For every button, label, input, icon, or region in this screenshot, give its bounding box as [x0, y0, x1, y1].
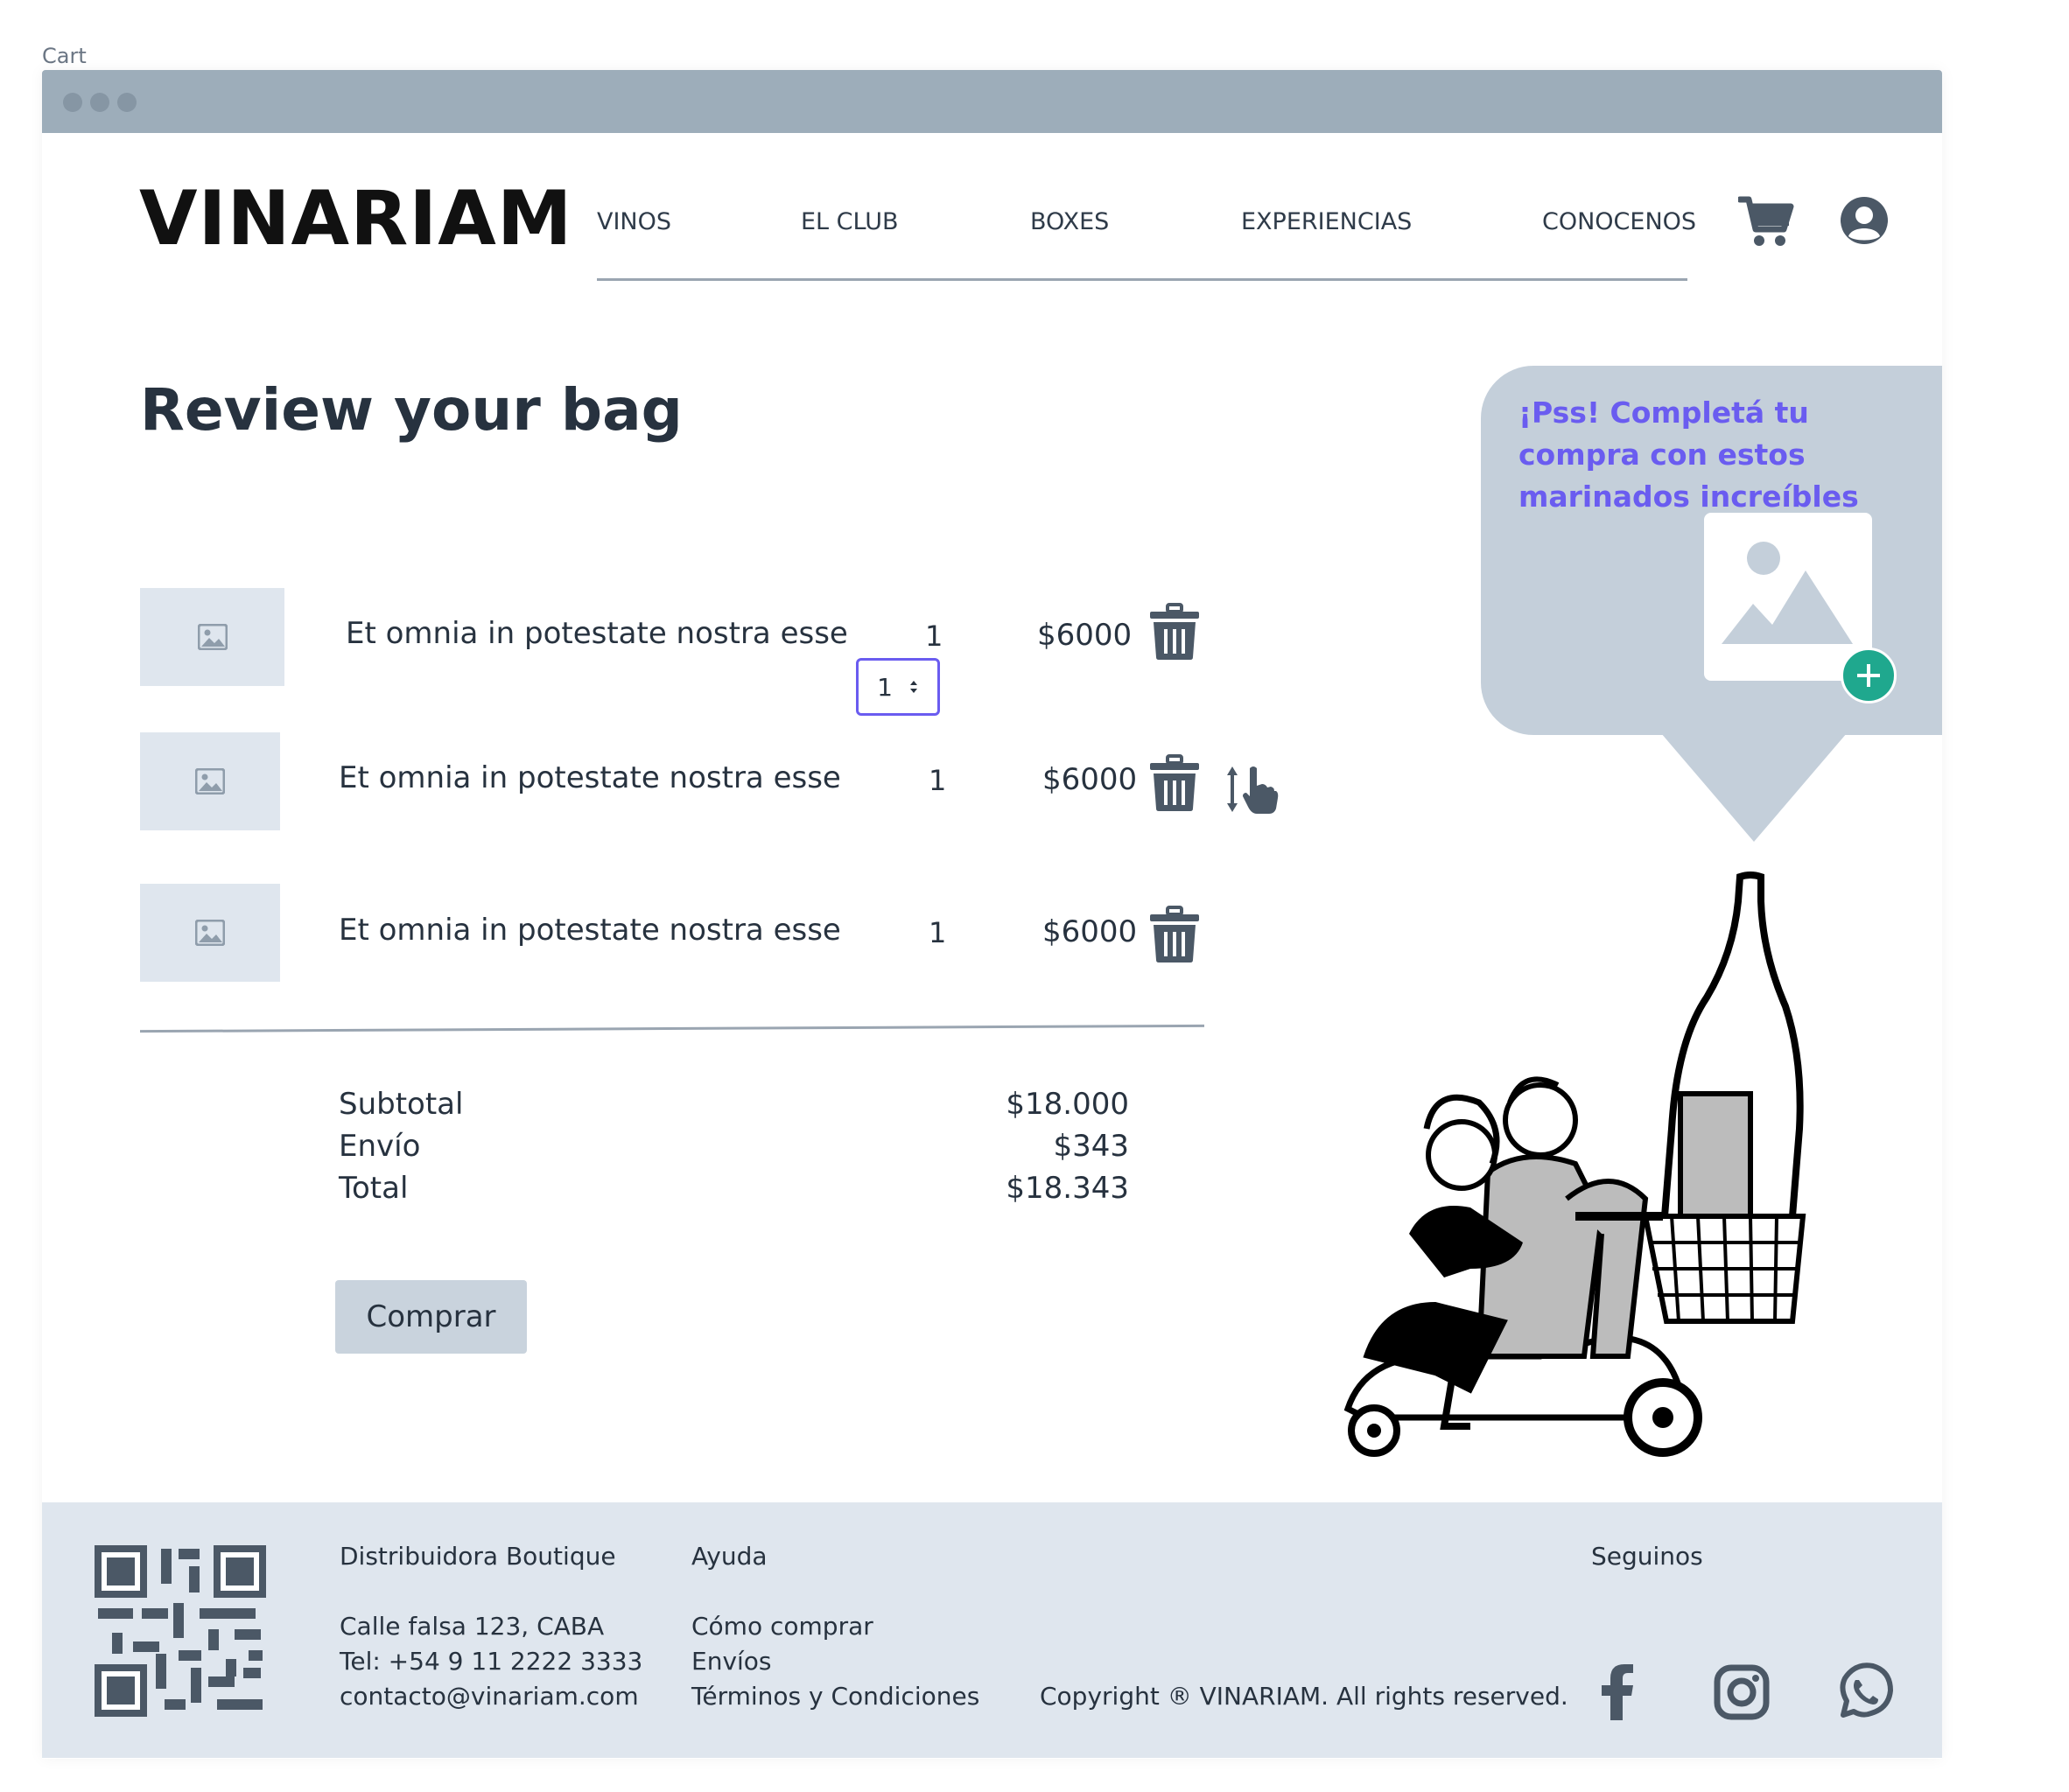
footer-help-title: Ayuda [691, 1542, 768, 1571]
image-icon [195, 920, 225, 946]
qr-code[interactable] [95, 1545, 266, 1720]
footer-copyright: Copyright ® VINARIAM. All rights reserve… [1040, 1682, 1568, 1711]
product-name: Et omnia in potestate nostra esse [346, 616, 848, 651]
nav-conocenos[interactable]: CONOCENOS [1542, 208, 1696, 235]
shipping-label: Envío [339, 1129, 421, 1164]
scooter-bottle-illustration [1313, 866, 1820, 1461]
add-to-cart-button[interactable] [1841, 648, 1897, 704]
footer-address: Calle falsa 123, CABA [340, 1612, 605, 1641]
page-title: Review your bag [140, 376, 683, 444]
product-price: $6000 [1042, 914, 1138, 949]
cart-icon[interactable] [1736, 194, 1794, 252]
nav-underline [597, 278, 1687, 281]
product-price: $6000 [1042, 762, 1138, 797]
promo-panel-tail [1661, 733, 1847, 842]
whatsapp-icon[interactable] [1836, 1662, 1894, 1724]
image-icon [195, 768, 225, 794]
footer-email[interactable]: contacto@vinariam.com [340, 1682, 639, 1711]
user-icon[interactable] [1838, 194, 1890, 250]
promo-text: ¡Pss! Completá tu compra con estos marin… [1518, 396, 1859, 514]
product-price: $6000 [1037, 618, 1133, 653]
window-dot-maximize[interactable] [117, 93, 137, 112]
product-qty: 1 [929, 764, 947, 797]
nav-vinos[interactable]: VINOS [597, 208, 671, 235]
instagram-icon[interactable] [1714, 1664, 1770, 1724]
footer-phone[interactable]: Tel: +54 9 11 2222 3333 [340, 1647, 642, 1676]
buy-button[interactable]: Comprar [335, 1280, 527, 1354]
product-thumbnail [140, 732, 280, 830]
nav-el-club[interactable]: EL CLUB [801, 208, 899, 235]
total-label: Total [339, 1171, 409, 1206]
product-name: Et omnia in potestate nostra esse [339, 760, 841, 795]
quantity-select-value: 1 [877, 672, 893, 702]
footer-link-terminos[interactable]: Términos y Condiciones [691, 1682, 979, 1711]
browser-titlebar [42, 70, 1942, 133]
subtotal-value: $18.000 [1006, 1087, 1129, 1122]
stepper-arrows-icon [909, 681, 917, 693]
delete-icon[interactable] [1148, 754, 1201, 816]
subtotal-label: Subtotal [339, 1087, 464, 1122]
delete-icon[interactable] [1148, 603, 1201, 664]
product-thumbnail [140, 588, 284, 686]
product-qty: 1 [929, 916, 947, 949]
promo-product-image[interactable] [1704, 513, 1872, 681]
nav-experiencias[interactable]: EXPERIENCIAS [1241, 208, 1412, 235]
footer-company-title: Distribuidora Boutique [340, 1542, 616, 1571]
facebook-icon[interactable] [1598, 1664, 1637, 1724]
image-icon [197, 624, 228, 650]
quantity-select[interactable]: 1 [856, 658, 940, 716]
product-qty: 1 [925, 620, 943, 653]
site-logo[interactable]: VINARIAM [139, 175, 572, 262]
plus-icon [1857, 664, 1880, 687]
footer-link-envios[interactable]: Envíos [691, 1647, 772, 1676]
window-dot-minimize[interactable] [90, 93, 109, 112]
total-value: $18.343 [1006, 1171, 1129, 1206]
product-thumbnail [140, 884, 280, 982]
nav-boxes[interactable]: BOXES [1030, 208, 1109, 235]
window-dot-close[interactable] [63, 93, 82, 112]
image-placeholder-icon [1722, 542, 1853, 644]
footer-link-como-comprar[interactable]: Cómo comprar [691, 1612, 873, 1641]
drag-reorder-icon[interactable] [1224, 763, 1280, 819]
frame-label: Cart [42, 44, 87, 68]
shipping-value: $343 [1053, 1129, 1129, 1164]
site-footer [42, 1502, 1942, 1758]
footer-social-title: Seguinos [1591, 1542, 1703, 1571]
product-name: Et omnia in potestate nostra esse [339, 913, 841, 948]
delete-icon[interactable] [1148, 906, 1201, 967]
